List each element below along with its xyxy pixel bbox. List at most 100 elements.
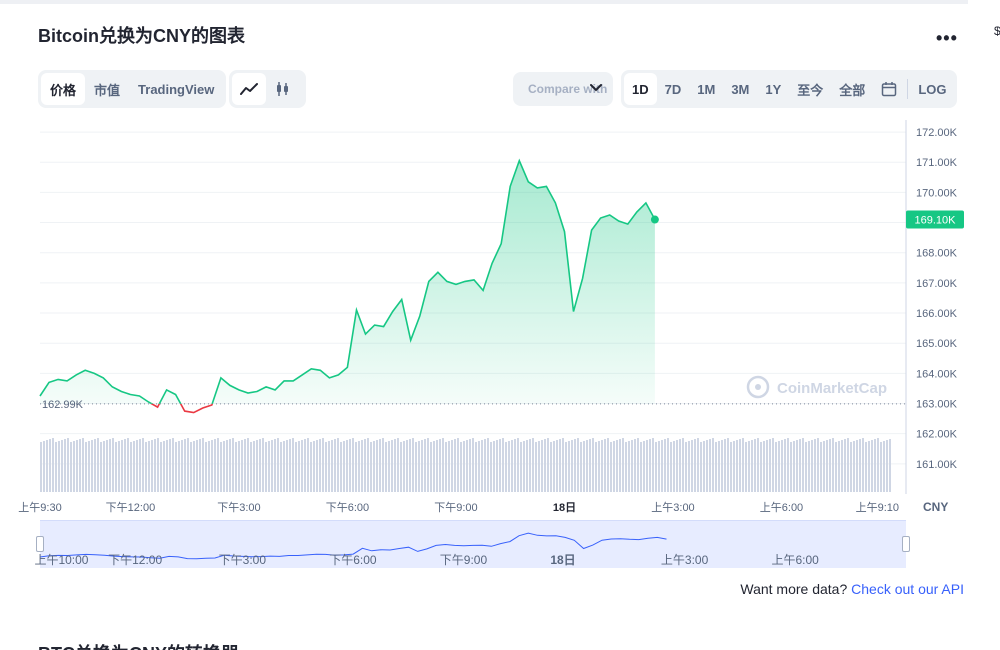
price-point[interactable] (535, 186, 539, 190)
date-picker-button[interactable] (873, 73, 905, 105)
price-point[interactable] (291, 379, 295, 383)
price-point[interactable] (56, 377, 60, 381)
volume-bar (652, 438, 654, 492)
volume-bar (319, 439, 321, 492)
price-point[interactable] (581, 276, 585, 280)
price-point[interactable] (427, 279, 431, 283)
volume-bar (535, 442, 537, 492)
price-point[interactable] (174, 392, 178, 396)
price-point[interactable] (572, 310, 576, 314)
price-point[interactable] (119, 389, 123, 393)
price-chart[interactable]: 172.00K171.00K170.00K169.00K168.00K167.0… (0, 120, 1000, 520)
navigator-right-handle[interactable] (902, 536, 910, 552)
range-ytd[interactable]: 至今 (789, 73, 831, 105)
volume-bar (76, 440, 78, 492)
volume-bar (508, 441, 510, 492)
price-point[interactable] (282, 379, 286, 383)
price-point[interactable] (373, 323, 377, 327)
volume-bar (160, 442, 162, 492)
price-point[interactable] (92, 371, 96, 375)
price-point[interactable] (499, 242, 503, 246)
price-point[interactable] (454, 282, 458, 286)
price-point[interactable] (47, 380, 51, 384)
price-point[interactable] (318, 368, 322, 372)
line-chart-button[interactable] (232, 73, 266, 105)
price-point[interactable] (74, 373, 78, 377)
price-point[interactable] (273, 388, 277, 392)
price-point[interactable] (237, 388, 241, 392)
price-point[interactable] (590, 228, 594, 232)
range-3m[interactable]: 3M (723, 73, 757, 105)
tab-market-cap[interactable]: 市值 (85, 73, 129, 105)
price-point[interactable] (463, 279, 467, 283)
range-1m[interactable]: 1M (689, 73, 723, 105)
range-log[interactable]: LOG (910, 73, 954, 105)
price-point[interactable] (156, 405, 160, 409)
volume-bar (790, 442, 792, 492)
price-point[interactable] (599, 216, 603, 220)
price-point[interactable] (418, 314, 422, 318)
range-all[interactable]: 全部 (831, 73, 873, 105)
price-point[interactable] (400, 297, 404, 301)
range-7d[interactable]: 7D (657, 73, 690, 105)
price-point[interactable] (246, 391, 250, 395)
price-point[interactable] (183, 409, 187, 413)
price-point[interactable] (65, 379, 69, 383)
price-point[interactable] (264, 385, 268, 389)
price-point[interactable] (562, 230, 566, 234)
price-point[interactable] (327, 376, 331, 380)
price-point[interactable] (165, 388, 169, 392)
volume-bar (46, 440, 48, 492)
navigator-left-handle[interactable] (36, 536, 44, 552)
price-point[interactable] (228, 383, 232, 387)
price-point[interactable] (608, 213, 612, 217)
price-point[interactable] (345, 365, 349, 369)
price-point[interactable] (382, 325, 386, 329)
price-point[interactable] (110, 385, 114, 389)
price-point[interactable] (192, 411, 196, 415)
range-1d[interactable]: 1D (624, 73, 657, 105)
price-point[interactable] (128, 392, 132, 396)
price-point[interactable] (83, 368, 87, 372)
price-point[interactable] (436, 270, 440, 274)
price-point[interactable] (526, 180, 530, 184)
tab-tradingview[interactable]: TradingView (129, 73, 223, 105)
volume-bar (376, 440, 378, 492)
price-point[interactable] (472, 278, 476, 282)
price-point[interactable] (481, 288, 485, 292)
price-point[interactable] (255, 389, 259, 393)
volume-bar (118, 441, 120, 492)
price-point[interactable] (364, 332, 368, 336)
range-navigator[interactable]: 上午10:00 下午12:00 下午3:00 下午6:00 下午9:00 18日 上午3:0… (34, 520, 910, 568)
price-point[interactable] (409, 338, 413, 342)
current-price-label: 169.10K (915, 215, 957, 227)
price-point[interactable] (508, 184, 512, 188)
price-point[interactable] (617, 219, 621, 223)
price-point[interactable] (309, 367, 313, 371)
price-point[interactable] (219, 376, 223, 380)
tab-price[interactable]: 价格 (41, 73, 86, 105)
price-point[interactable] (137, 394, 141, 398)
price-point[interactable] (210, 403, 214, 407)
range-1y[interactable]: 1Y (757, 73, 789, 105)
price-point[interactable] (201, 406, 205, 410)
price-point[interactable] (147, 400, 151, 404)
price-point[interactable] (490, 261, 494, 265)
compare-dropdown[interactable]: Compare with (513, 72, 613, 106)
price-point[interactable] (553, 201, 557, 205)
price-point[interactable] (635, 210, 639, 214)
candlestick-button[interactable] (266, 73, 300, 105)
price-point[interactable] (626, 222, 630, 226)
more-horizontal-icon[interactable]: ••• (936, 28, 958, 49)
price-point[interactable] (391, 310, 395, 314)
price-point[interactable] (300, 373, 304, 377)
price-point[interactable] (354, 308, 358, 312)
price-point[interactable] (544, 184, 548, 188)
price-point[interactable] (445, 279, 449, 283)
api-link[interactable]: Check out our API (851, 581, 964, 597)
price-point[interactable] (38, 394, 42, 398)
price-point[interactable] (517, 159, 521, 163)
price-point[interactable] (336, 373, 340, 377)
price-point[interactable] (101, 376, 105, 380)
price-point[interactable] (644, 201, 648, 205)
